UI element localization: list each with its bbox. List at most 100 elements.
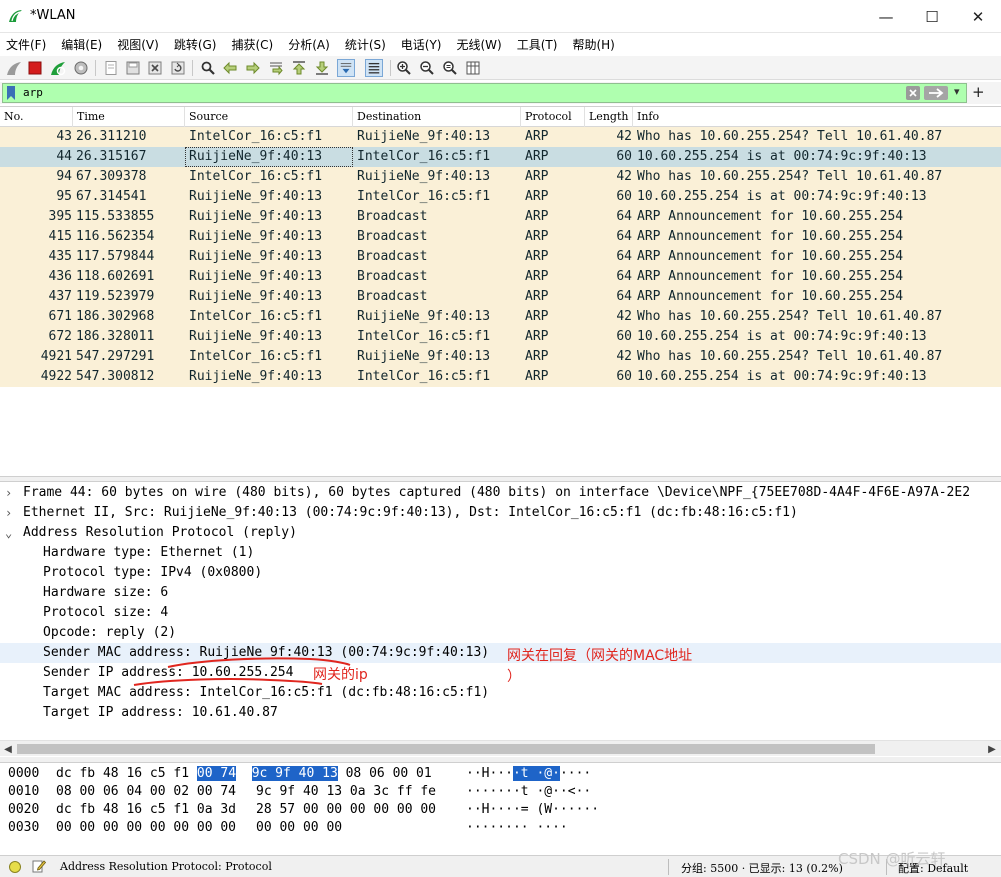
cell-info: 10.60.255.254 is at 00:74:9c:9f:40:13 bbox=[637, 189, 927, 204]
menu-wireless[interactable]: 无线(W) bbox=[451, 36, 502, 53]
menu-statistics[interactable]: 统计(S) bbox=[339, 36, 386, 53]
cell-no: 4922 bbox=[40, 369, 72, 384]
colorize-icon[interactable] bbox=[365, 59, 383, 77]
go-back-icon[interactable] bbox=[221, 59, 239, 77]
restart-capture-icon[interactable] bbox=[49, 59, 67, 77]
cell-no: 436 bbox=[48, 269, 72, 284]
minimize-button[interactable]: — bbox=[863, 0, 909, 33]
column-info[interactable]: Info bbox=[633, 107, 1001, 127]
menu-bar: 文件(F) 编辑(E) 视图(V) 跳转(G) 捕获(C) 分析(A) 统计(S… bbox=[0, 33, 1001, 55]
cell-protocol: ARP bbox=[525, 149, 549, 164]
annotation-mac-note-close: ） bbox=[507, 669, 521, 685]
edit-comment-icon[interactable] bbox=[32, 859, 46, 873]
packet-row[interactable]: 4921 547.297291 IntelCor_16:c5:f1 RuijieNe_… bbox=[0, 347, 1001, 367]
cell-no: 672 bbox=[48, 329, 72, 344]
reload-file-icon[interactable] bbox=[169, 59, 187, 77]
scroll-left-icon[interactable]: ◀ bbox=[0, 741, 16, 757]
cell-source: IntelCor_16:c5:f1 bbox=[189, 349, 323, 364]
menu-view[interactable]: 视图(V) bbox=[111, 36, 159, 53]
cell-length: 42 bbox=[616, 169, 632, 184]
cell-destination: IntelCor_16:c5:f1 bbox=[357, 189, 491, 204]
open-file-icon[interactable] bbox=[102, 59, 120, 77]
packet-details: › Frame 44: 60 bytes on wire (480 bits),… bbox=[0, 482, 1001, 740]
column-source[interactable]: Source bbox=[185, 107, 353, 127]
column-destination[interactable]: Destination bbox=[353, 107, 521, 127]
go-to-packet-icon[interactable] bbox=[267, 59, 285, 77]
close-button[interactable]: ✕ bbox=[955, 0, 1001, 33]
capture-options-icon[interactable] bbox=[72, 59, 90, 77]
cell-length: 42 bbox=[616, 349, 632, 364]
bytes-row-0030[interactable]: 0030 00 00 00 00 00 00 00 00 00 00 00 00… bbox=[0, 819, 1001, 837]
cell-length: 64 bbox=[616, 289, 632, 304]
menu-file[interactable]: 文件(F) bbox=[0, 36, 46, 53]
bytes-row-0000[interactable]: 0000 dc fb 48 16 c5 f1 00 74 9c 9f 40 13… bbox=[0, 765, 1001, 783]
clear-filter-icon[interactable] bbox=[906, 86, 920, 100]
packet-row[interactable]: 395 115.533855 RuijieNe_9f:40:13 Broadcast A… bbox=[0, 207, 1001, 227]
packet-list: No. Time Source Destination Protocol Len… bbox=[0, 106, 1001, 476]
cell-protocol: ARP bbox=[525, 349, 549, 364]
resize-columns-icon[interactable] bbox=[464, 59, 482, 77]
scroll-right-icon[interactable]: ▶ bbox=[984, 741, 1000, 757]
bytes-row-0020[interactable]: 0020 dc fb 48 16 c5 f1 0a 3d 28 57 00 00… bbox=[0, 801, 1001, 819]
packet-row-selected[interactable]: 44 26.315167 RuijieNe_9f:40:13 IntelCor_16:… bbox=[0, 147, 1001, 167]
annotation-underlines bbox=[133, 657, 351, 686]
auto-scroll-icon[interactable] bbox=[337, 59, 355, 77]
apply-filter-icon[interactable] bbox=[924, 86, 948, 100]
packet-row[interactable]: 43 26.311210 IntelCor_16:c5:f1 RuijieNe_9f:… bbox=[0, 127, 1001, 147]
bookmark-icon[interactable] bbox=[5, 85, 17, 101]
column-length[interactable]: Length bbox=[585, 107, 633, 127]
display-filter-input[interactable]: arp bbox=[2, 83, 967, 103]
zoom-in-icon[interactable] bbox=[395, 59, 413, 77]
column-protocol[interactable]: Protocol bbox=[521, 107, 585, 127]
column-no[interactable]: No. bbox=[0, 107, 73, 127]
title-bar: *WLAN — ☐ ✕ bbox=[0, 0, 1001, 33]
save-file-icon[interactable] bbox=[124, 59, 142, 77]
cell-time: 117.579844 bbox=[76, 249, 155, 264]
zoom-out-icon[interactable] bbox=[418, 59, 436, 77]
add-filter-button[interactable]: + bbox=[972, 83, 985, 101]
filter-dropdown-icon[interactable]: ▾ bbox=[954, 85, 960, 98]
stop-capture-icon[interactable] bbox=[26, 59, 44, 77]
details-hscrollbar[interactable]: ◀ ▶ bbox=[0, 740, 1001, 756]
packet-row[interactable]: 415 116.562354 RuijieNe_9f:40:13 Broadcast A… bbox=[0, 227, 1001, 247]
hscroll-thumb[interactable] bbox=[17, 744, 875, 754]
menu-go[interactable]: 跳转(G) bbox=[168, 36, 217, 53]
cell-source: RuijieNe_9f:40:13 bbox=[189, 329, 323, 344]
cell-time: 115.533855 bbox=[76, 209, 155, 224]
annotation-mac-note: 网关在回复（网关的MAC地址 bbox=[507, 648, 693, 664]
packet-row[interactable]: 4922 547.300812 RuijieNe_9f:40:13 IntelCor_… bbox=[0, 367, 1001, 387]
menu-edit[interactable]: 编辑(E) bbox=[55, 36, 102, 53]
packet-row[interactable]: 437 119.523979 RuijieNe_9f:40:13 Broadcast A… bbox=[0, 287, 1001, 307]
go-forward-icon[interactable] bbox=[244, 59, 262, 77]
shark-fin-start-icon[interactable] bbox=[5, 59, 23, 77]
find-packet-icon[interactable] bbox=[199, 59, 217, 77]
menu-help[interactable]: 帮助(H) bbox=[566, 36, 614, 53]
cell-destination: IntelCor_16:c5:f1 bbox=[357, 369, 491, 384]
packet-row[interactable]: 672 186.328011 RuijieNe_9f:40:13 IntelCor_1… bbox=[0, 327, 1001, 347]
cell-info: ARP Announcement for 10.60.255.254 bbox=[637, 289, 904, 304]
cell-time: 118.602691 bbox=[76, 269, 155, 284]
expert-info-led-icon[interactable] bbox=[9, 861, 21, 873]
packet-row[interactable]: 436 118.602691 RuijieNe_9f:40:13 Broadcast A… bbox=[0, 267, 1001, 287]
maximize-button[interactable]: ☐ bbox=[909, 0, 955, 33]
go-first-icon[interactable] bbox=[290, 59, 308, 77]
cell-source: RuijieNe_9f:40:13 bbox=[189, 289, 323, 304]
packet-row[interactable]: 671 186.302968 IntelCor_16:c5:f1 RuijieNe_9… bbox=[0, 307, 1001, 327]
column-time[interactable]: Time bbox=[73, 107, 185, 127]
menu-tools[interactable]: 工具(T) bbox=[511, 36, 558, 53]
menu-telephony[interactable]: 电话(Y) bbox=[395, 36, 442, 53]
cell-destination: Broadcast bbox=[357, 249, 428, 264]
packet-row[interactable]: 435 117.579844 RuijieNe_9f:40:13 Broadcast A… bbox=[0, 247, 1001, 267]
packet-row[interactable]: 95 67.314541 RuijieNe_9f:40:13 IntelCor_16:… bbox=[0, 187, 1001, 207]
cell-info: ARP Announcement for 10.60.255.254 bbox=[637, 209, 904, 224]
menu-analyze[interactable]: 分析(A) bbox=[282, 36, 330, 53]
go-last-icon[interactable] bbox=[313, 59, 331, 77]
menu-capture[interactable]: 捕获(C) bbox=[225, 36, 273, 53]
bytes-row-0010[interactable]: 0010 08 00 06 04 00 02 00 74 9c 9f 40 13… bbox=[0, 783, 1001, 801]
packet-row[interactable]: 94 67.309378 IntelCor_16:c5:f1 RuijieNe_9f:… bbox=[0, 167, 1001, 187]
close-file-icon[interactable] bbox=[146, 59, 164, 77]
cell-time: 186.328011 bbox=[76, 329, 155, 344]
cell-no: 435 bbox=[48, 249, 72, 264]
annotation-ip-note: 网关的ip bbox=[313, 667, 368, 683]
zoom-normal-icon[interactable] bbox=[441, 59, 459, 77]
